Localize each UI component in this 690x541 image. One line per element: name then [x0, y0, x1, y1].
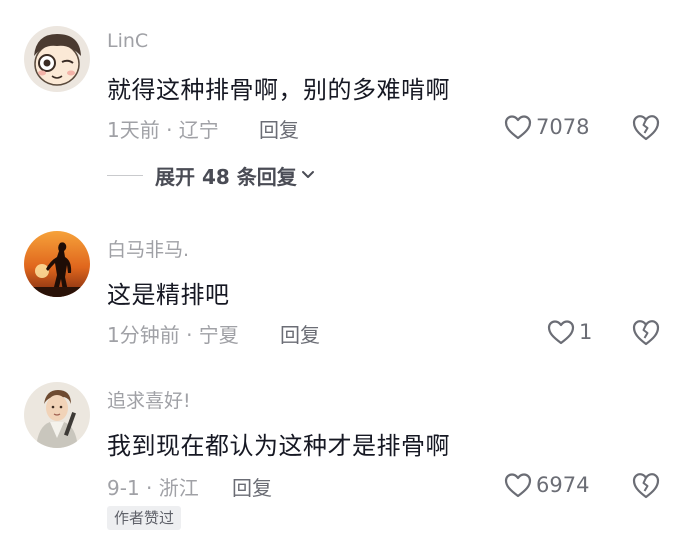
like-count: 7078 [536, 115, 590, 139]
comment-meta: 9-1 · 浙江 [107, 476, 199, 500]
like-button[interactable]: 1 [547, 317, 592, 347]
chevron-down-icon [301, 171, 314, 178]
like-button[interactable]: 6974 [504, 470, 589, 500]
reply-button[interactable]: 回复 [259, 114, 299, 143]
avatar[interactable] [24, 382, 90, 448]
avatar[interactable] [24, 231, 90, 297]
dislike-button[interactable] [631, 113, 661, 141]
dislike-button[interactable] [631, 471, 661, 499]
heart-outline-icon [504, 473, 532, 498]
heart-outline-icon [547, 320, 575, 345]
expand-replies-label: 展开 48 条回复 [155, 164, 297, 189]
username[interactable]: 白马非马. [107, 235, 189, 262]
like-button[interactable]: 7078 [504, 112, 589, 142]
comment-meta: 1分钟前 · 宁夏 [107, 323, 239, 347]
like-count: 1 [579, 320, 593, 344]
dislike-button[interactable] [631, 318, 661, 346]
author-liked-badge: 作者赞过 [107, 506, 182, 530]
divider [107, 174, 143, 176]
broken-heart-icon [632, 473, 660, 499]
broken-heart-icon [632, 115, 660, 141]
broken-heart-icon [632, 320, 660, 346]
reply-button[interactable]: 回复 [280, 319, 320, 348]
avatar[interactable] [24, 26, 90, 92]
expand-replies-button[interactable]: 展开 48 条回复 [107, 162, 315, 189]
comment-text: 就得这种排骨啊，别的多难啃啊 [107, 76, 450, 104]
comment-text: 我到现在都认为这种才是排骨啊 [107, 432, 450, 460]
reply-button[interactable]: 回复 [232, 472, 272, 501]
comment-meta: 1天前 · 辽宁 [107, 118, 219, 142]
username[interactable]: 追求喜好! [107, 386, 191, 413]
comment-text: 这是精排吧 [107, 281, 230, 309]
like-count: 6974 [536, 473, 590, 497]
heart-outline-icon [504, 115, 532, 140]
username[interactable]: LinC [107, 30, 148, 52]
